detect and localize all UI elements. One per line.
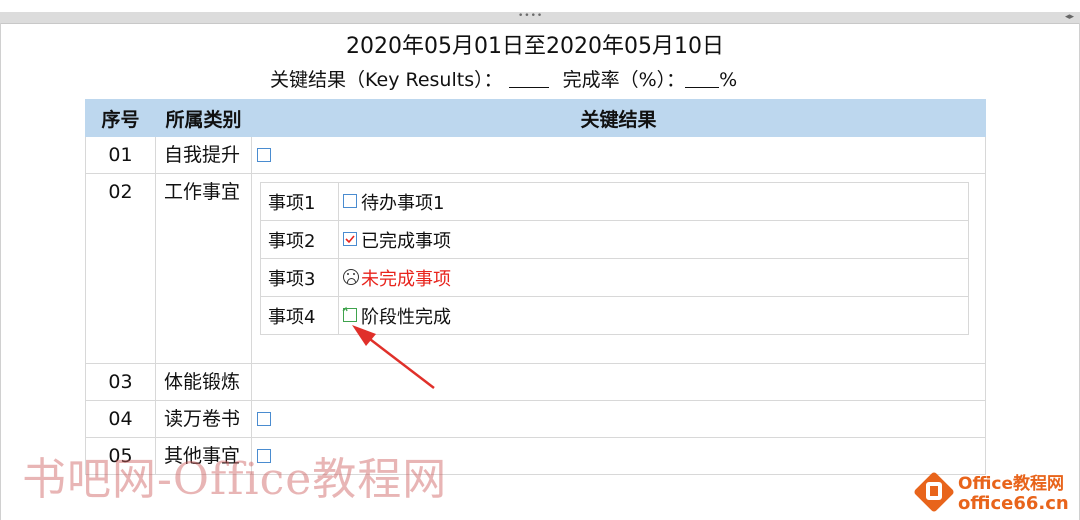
completion-rate-label: 完成率（%）： <box>562 69 686 91</box>
checked-checkbox-icon[interactable] <box>343 231 357 246</box>
key-results-blank[interactable] <box>508 69 549 88</box>
table-row: 04 读万卷书 <box>85 400 986 438</box>
item-value[interactable]: 待办事项1 <box>338 182 969 221</box>
row-number: 01 <box>85 136 156 174</box>
office-logo-inner-icon <box>926 482 942 500</box>
item-label: 事项3 <box>260 258 339 297</box>
key-result-cell[interactable] <box>251 136 986 174</box>
page-title: 2020年05月01日至2020年05月10日 <box>346 34 724 59</box>
logo-line-1: Office教程网 <box>958 474 1065 494</box>
table-header-row: 序号 所属类别 关键结果 <box>85 99 986 137</box>
key-result-cell: 事项1 待办事项1 事项2 已完成事项 事项3 未完成事项 事项4 阶段性完成 <box>251 173 986 364</box>
item-text: 阶段性完成 <box>361 306 451 328</box>
checkbox-icon[interactable] <box>257 148 271 162</box>
key-result-cell[interactable] <box>251 363 986 401</box>
row-number: 02 <box>85 173 156 364</box>
percent-sign: % <box>719 69 738 91</box>
row-number: 04 <box>85 400 156 438</box>
work-item-row: 事项3 未完成事项 <box>260 258 969 297</box>
item-value[interactable]: 阶段性完成 <box>338 296 969 335</box>
item-label: 事项2 <box>260 220 339 259</box>
work-item-row: 事项1 待办事项1 <box>260 182 969 221</box>
sad-face-icon <box>343 268 359 285</box>
item-value[interactable]: 已完成事项 <box>338 220 969 259</box>
row-number: 03 <box>85 363 156 401</box>
completion-rate-blank[interactable] <box>685 69 720 88</box>
table-row: 01 自我提升 <box>85 136 986 174</box>
row-category: 自我提升 <box>155 136 252 174</box>
drag-grip-icon[interactable]: •••• <box>518 12 543 21</box>
collapse-arrows-icon[interactable]: ◂▸ <box>1065 12 1074 23</box>
header-category: 所属类别 <box>155 99 252 137</box>
item-label: 事项4 <box>260 296 339 335</box>
table-row: 03 体能锻炼 <box>85 363 986 401</box>
item-text: 待办事项1 <box>361 192 445 214</box>
row-category: 读万卷书 <box>155 400 252 438</box>
page-edge-left <box>0 23 1 520</box>
partial-checkbox-icon[interactable] <box>342 306 357 322</box>
logo-line-2: office66.cn <box>958 493 1069 514</box>
header-number: 序号 <box>85 99 156 137</box>
header-key-results: 关键结果 <box>251 99 986 137</box>
empty-checkbox-icon[interactable] <box>343 193 357 208</box>
row-category: 体能锻炼 <box>155 363 252 401</box>
work-item-row: 事项4 阶段性完成 <box>260 296 969 335</box>
item-text: 已完成事项 <box>361 230 451 252</box>
checkbox-icon[interactable] <box>257 412 271 426</box>
item-text: 未完成事项 <box>361 268 451 290</box>
brand-logo: Office教程网 office66.cn <box>913 471 1078 516</box>
watermark-text: 书吧网-Office教程网 <box>22 454 448 505</box>
okr-table: 序号 所属类别 关键结果 01 自我提升 02 工作事宜 事项1 待办事项1 事… <box>85 99 986 475</box>
table-row: 02 工作事宜 事项1 待办事项1 事项2 已完成事项 事项3 未完成事项 事项… <box>85 173 986 364</box>
key-results-label: 关键结果（Key Results）： <box>270 69 503 91</box>
page-subtitle: 关键结果（Key Results）： 完成率（%）：% <box>270 66 737 94</box>
item-label: 事项1 <box>260 182 339 221</box>
window-top-bar: •••• ◂▸ <box>0 12 1080 24</box>
work-item-row: 事项2 已完成事项 <box>260 220 969 259</box>
work-items-table: 事项1 待办事项1 事项2 已完成事项 事项3 未完成事项 事项4 阶段性完成 <box>260 182 969 335</box>
key-result-cell[interactable] <box>251 400 986 438</box>
row-category: 工作事宜 <box>155 173 252 364</box>
item-value[interactable]: 未完成事项 <box>338 258 969 297</box>
